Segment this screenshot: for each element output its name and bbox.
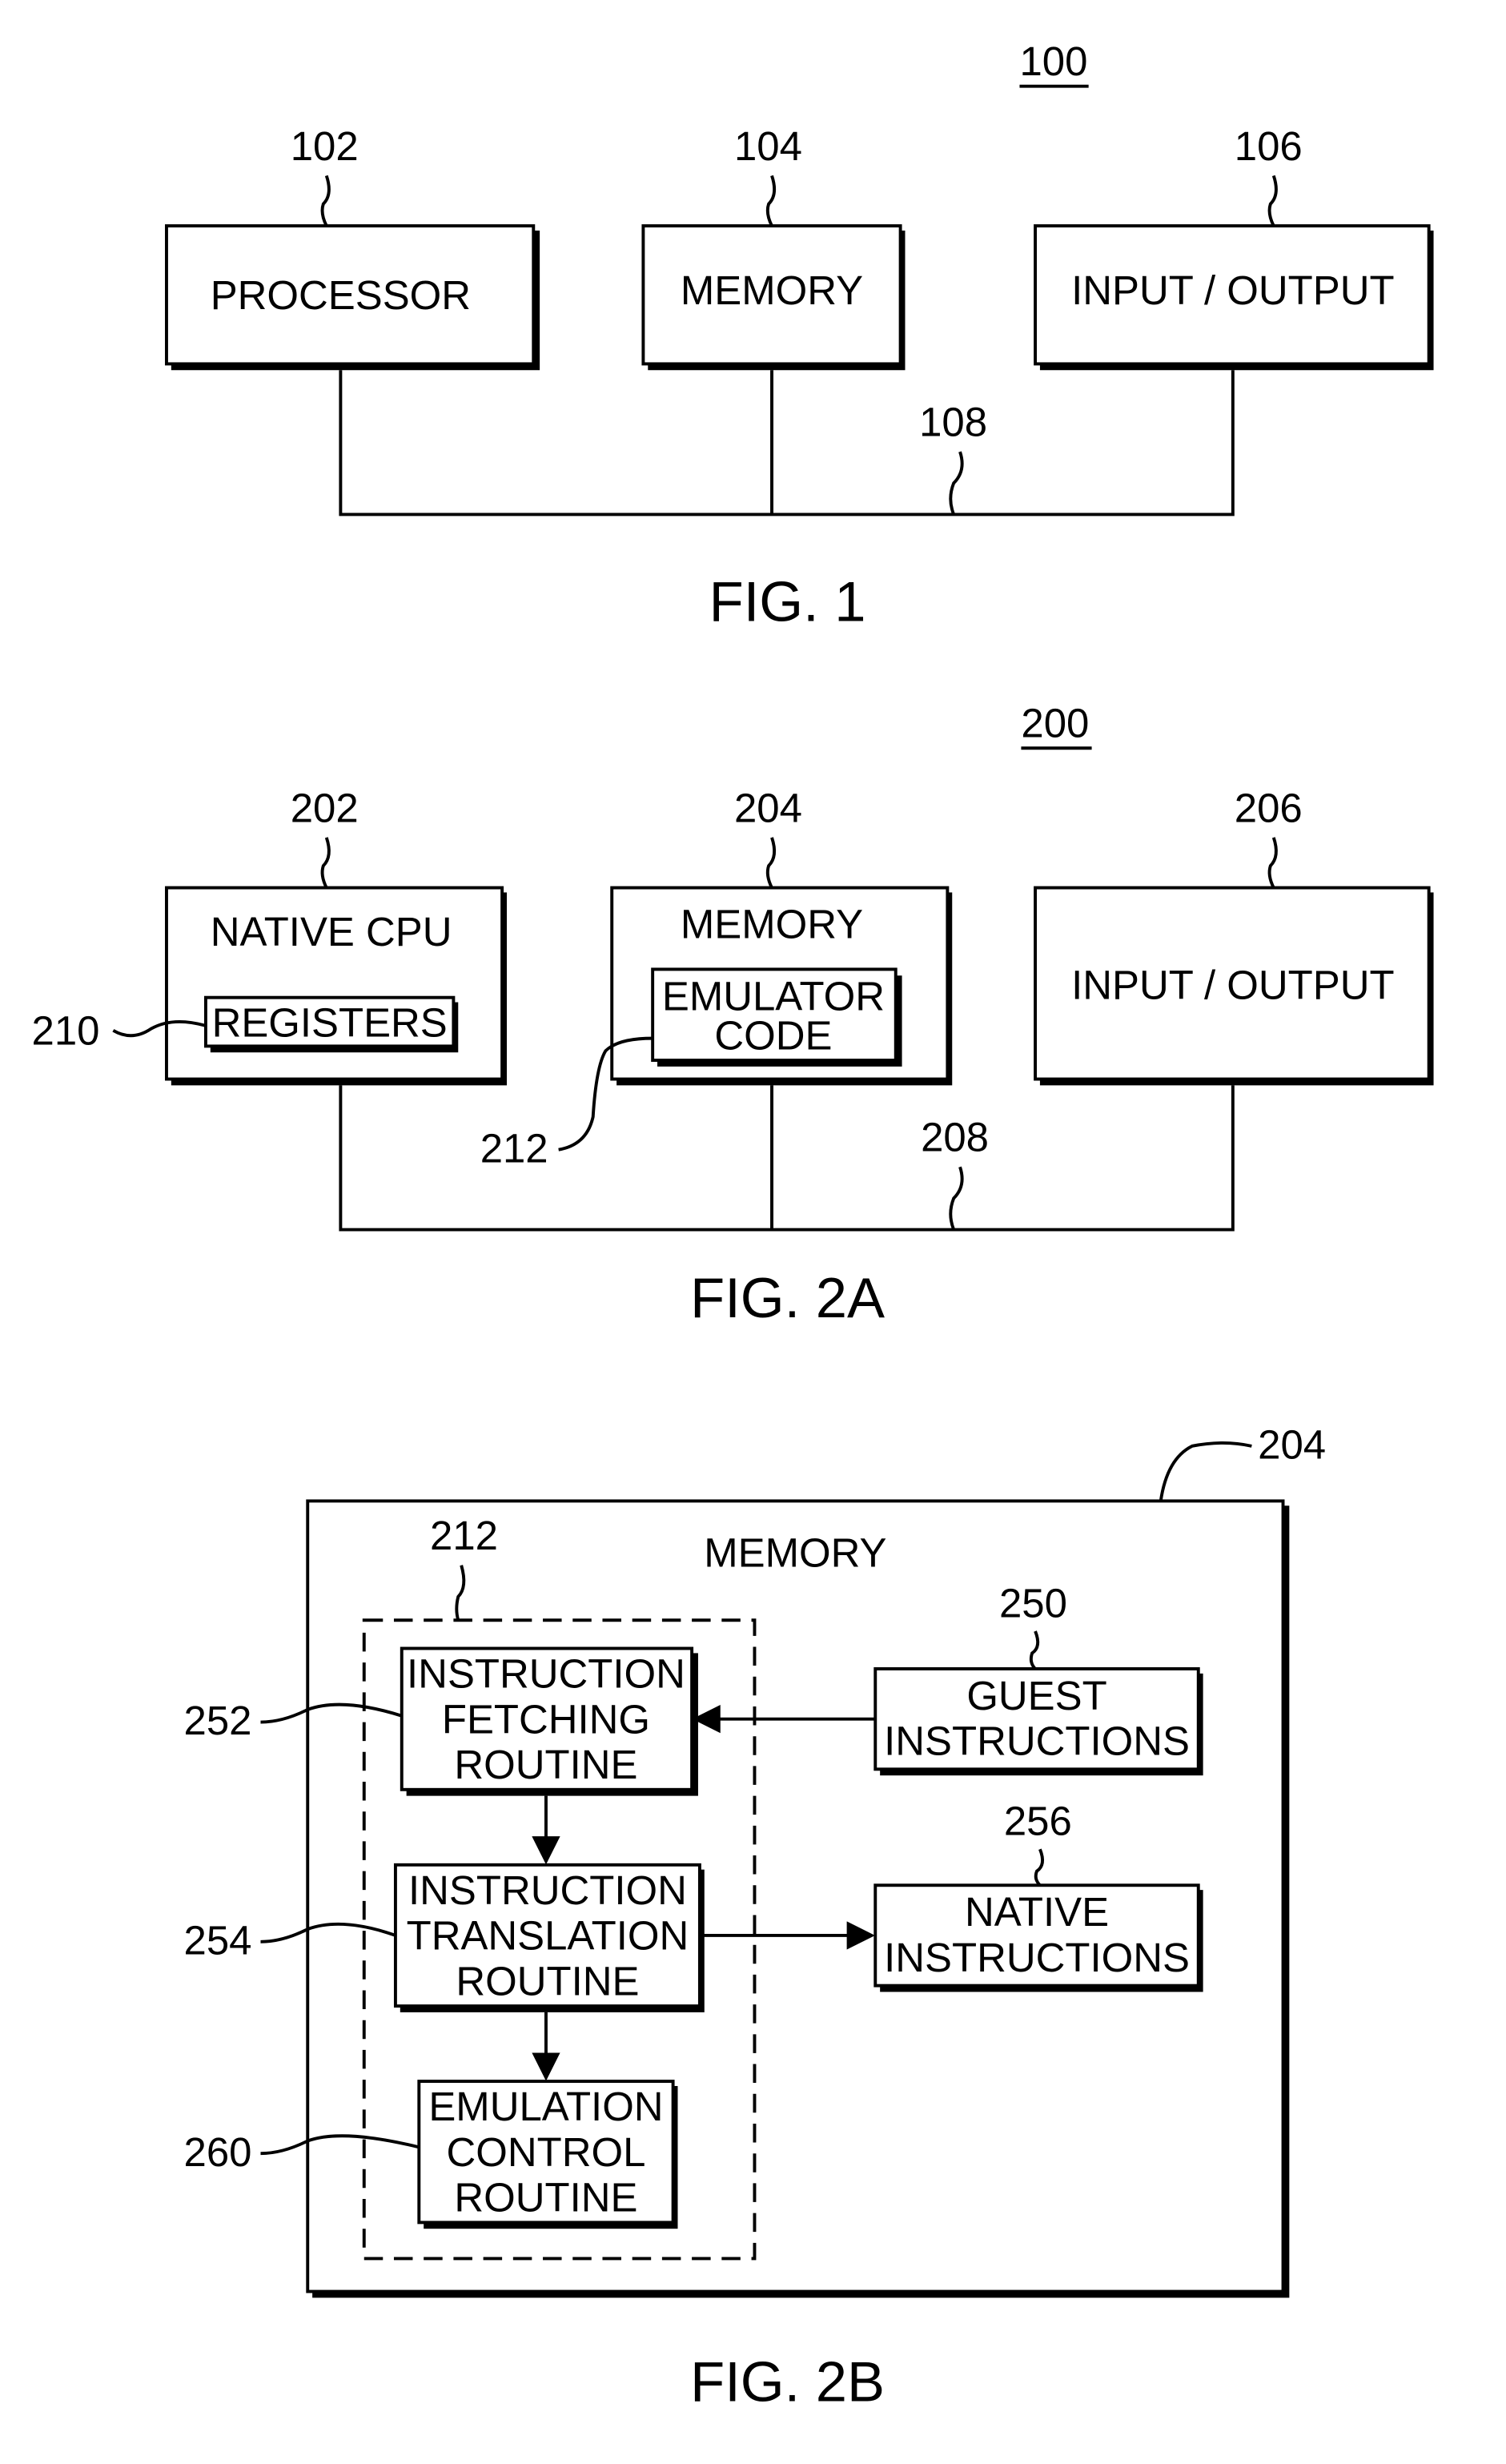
emulator-code-line2: CODE [714,1012,832,1058]
registers-label: REGISTERS [212,1000,448,1046]
native-cpu-block: NATIVE CPU [165,886,507,1086]
fetching-line2: FETCHING [442,1696,650,1742]
bus-leader [949,451,964,516]
memory-2b-leader [1159,1441,1252,1501]
memory-block: MEMORY [641,224,906,371]
fig1-caption: FIG. 1 [709,570,866,633]
fig1-overall-ref: 100 [1019,38,1087,84]
fig2b-caption: FIG. 2B [690,2350,885,2414]
memory-2b-ref: 204 [1258,1422,1326,1468]
patent-drawing-sheet: 100 PROCESSOR 102 MEMORY 104 INPUT / OUT… [32,38,1434,2414]
fig2a-overall-ref: 200 [1021,701,1089,746]
translation-ref: 254 [184,1917,252,1963]
memory-2a-leader [765,837,777,889]
registers-block: REGISTERS [203,995,459,1053]
fig2b: MEMORY 204 212 INSTRUCTION FETCHING ROUT… [184,1422,1327,2414]
bus-ref: 108 [919,399,987,444]
io-leader [1267,175,1278,227]
memory-ref: 104 [734,123,802,169]
processor-block: PROCESSOR [165,224,540,371]
fetching-ref: 252 [184,1698,252,1743]
bus-208-ref: 208 [921,1115,989,1160]
fig2a-caption: FIG. 2A [690,1266,885,1329]
translation-line3: ROUTINE [456,1958,639,2004]
processor-label: PROCESSOR [211,272,471,318]
processor-leader [320,175,331,227]
control-line3: ROUTINE [454,2175,637,2221]
guest-line1: GUEST [966,1673,1106,1718]
native-cpu-leader [320,837,331,889]
io-2a-leader [1267,837,1278,889]
control-line1: EMULATION [428,2084,663,2129]
guest-instructions-block: GUEST INSTRUCTIONS [873,1667,1203,1776]
io-2a-block: INPUT / OUTPUT [1034,886,1434,1086]
fetching-line1: INSTRUCTION [407,1650,685,1696]
native-instructions-block: NATIVE INSTRUCTIONS [873,1883,1203,1992]
memory-2a-label: MEMORY [681,901,863,947]
control-routine-block: EMULATION CONTROL ROUTINE [417,2080,678,2229]
fig2a: 200 NATIVE CPU 202 REGISTERS 210 MEMORY … [32,701,1434,1329]
guest-line2: INSTRUCTIONS [884,1718,1190,1764]
io-block: INPUT / OUTPUT [1034,224,1434,371]
fetching-routine-block: INSTRUCTION FETCHING ROUTINE [400,1646,698,1796]
registers-ref: 210 [32,1007,100,1053]
native-ref: 256 [1004,1799,1072,1844]
native-line1: NATIVE [965,1889,1109,1935]
translation-line1: INSTRUCTION [408,1867,687,1913]
guest-ref: 250 [999,1580,1067,1626]
translation-line2: TRANSLATION [407,1913,689,1959]
io-label: INPUT / OUTPUT [1071,267,1395,313]
io-ref: 106 [1235,123,1303,169]
bus-208-leader [949,1166,964,1231]
memory-label: MEMORY [681,267,863,313]
processor-ref: 102 [291,123,359,169]
fig1: 100 PROCESSOR 102 MEMORY 104 INPUT / OUT… [165,38,1434,633]
emulator-code-ref: 212 [480,1125,548,1171]
fetching-line3: ROUTINE [454,1742,637,1787]
memory-2a-ref: 204 [734,785,802,830]
native-line2: INSTRUCTIONS [884,1935,1190,1980]
emulator-group-ref: 212 [430,1513,498,1558]
bus-108 [339,370,1235,517]
native-cpu-ref: 202 [291,785,359,830]
control-line2: CONTROL [447,2129,646,2175]
translation-routine-block: INSTRUCTION TRANSLATION ROUTINE [393,1863,705,2012]
bus-208 [339,1085,1235,1232]
control-ref: 260 [184,2129,252,2175]
memory-leader [765,175,777,227]
native-cpu-label: NATIVE CPU [211,909,452,955]
memory-2b-label: MEMORY [704,1530,886,1576]
io-2a-ref: 206 [1235,785,1303,830]
emulator-code-block: EMULATOR CODE [651,967,902,1067]
io-2a-label: INPUT / OUTPUT [1071,963,1395,1008]
